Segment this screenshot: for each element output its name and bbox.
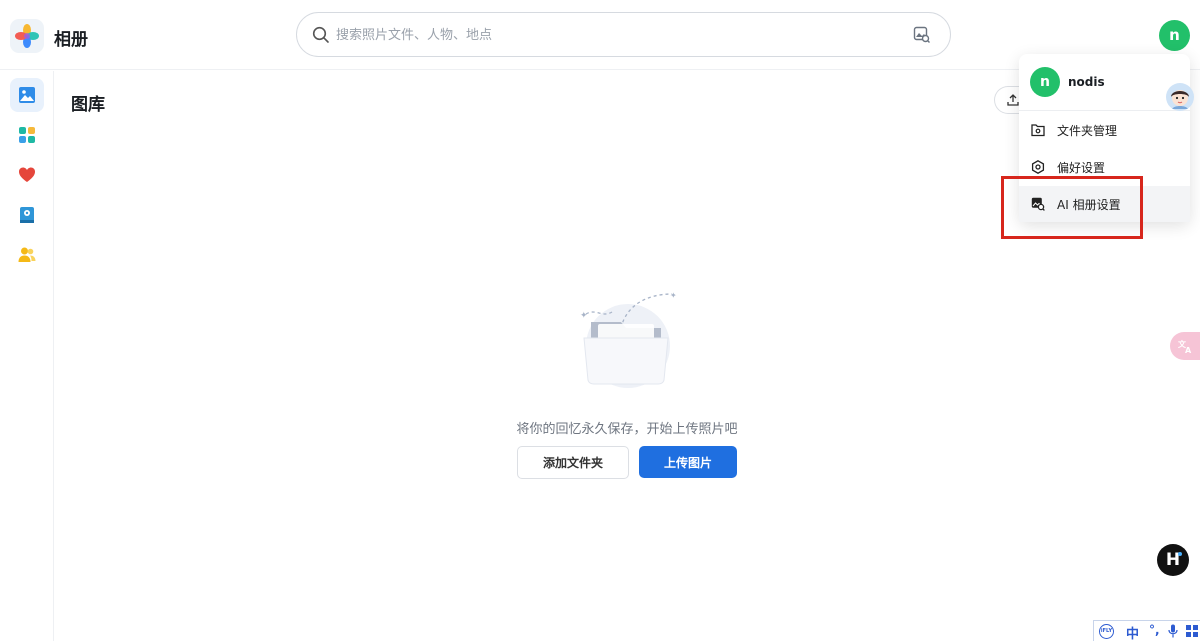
sidebar-item-favorites[interactable] — [10, 158, 44, 192]
page-title: 图库 — [71, 95, 105, 115]
dropdown-username: nodis — [1068, 75, 1105, 89]
badge-dot — [1178, 552, 1182, 556]
svg-text:✦: ✦ — [580, 311, 588, 321]
translate-icon: 文 A — [1178, 339, 1192, 354]
dropdown-avatar: n — [1030, 67, 1060, 97]
highlight-annotation-box — [1001, 176, 1143, 239]
search-bar[interactable] — [296, 12, 951, 57]
empty-state-message: 将你的回忆永久保存，开始上传照片吧 — [516, 422, 738, 437]
sidebar-item-memories[interactable] — [10, 198, 44, 232]
empty-folder-illustration: ✦ ✦ — [576, 288, 686, 398]
add-folder-button[interactable]: 添加文件夹 — [517, 446, 629, 479]
menu-item-label: 偏好设置 — [1057, 161, 1106, 175]
photos-flower-icon[interactable] — [10, 19, 44, 53]
assistant-badge[interactable]: H — [1157, 544, 1189, 576]
user-avatar[interactable]: n — [1159, 20, 1190, 51]
assistant-avatar-icon[interactable] — [1166, 83, 1194, 111]
ime-toolbar[interactable]: iFLY 中 °, — [1093, 620, 1200, 641]
gallery-icon — [19, 87, 35, 103]
favorites-heart-icon — [19, 167, 35, 182]
app-title: 相册 — [54, 30, 88, 50]
folder-settings-icon — [1031, 124, 1045, 137]
menu-item-folder-management[interactable]: 文件夹管理 — [1019, 112, 1190, 148]
search-input[interactable] — [336, 24, 896, 46]
dropdown-user-header: n nodis — [1019, 54, 1190, 111]
ime-menu-icon[interactable] — [1186, 625, 1198, 637]
svg-text:✦: ✦ — [670, 291, 677, 300]
sidebar-item-albums[interactable] — [10, 118, 44, 152]
svg-text:A: A — [1185, 346, 1192, 354]
ime-language-toggle[interactable]: 中 — [1126, 623, 1139, 641]
albums-icon — [19, 127, 35, 143]
ime-punctuation-toggle[interactable]: °, — [1149, 623, 1160, 637]
people-icon — [18, 247, 36, 262]
ime-logo-icon[interactable]: iFLY — [1099, 624, 1114, 639]
sidebar-item-people[interactable] — [10, 238, 44, 272]
sidebar-item-gallery[interactable] — [10, 78, 44, 112]
microphone-icon[interactable] — [1168, 624, 1178, 638]
menu-item-label: 文件夹管理 — [1057, 124, 1118, 138]
search-icon — [312, 26, 329, 43]
memories-book-icon — [20, 207, 34, 223]
sidebar — [0, 71, 54, 641]
translate-tab[interactable]: 文 A — [1170, 332, 1200, 360]
gear-icon — [1031, 160, 1045, 174]
image-search-icon[interactable] — [913, 26, 931, 44]
upload-icon — [1007, 94, 1019, 106]
upload-images-button[interactable]: 上传图片 — [639, 446, 737, 478]
